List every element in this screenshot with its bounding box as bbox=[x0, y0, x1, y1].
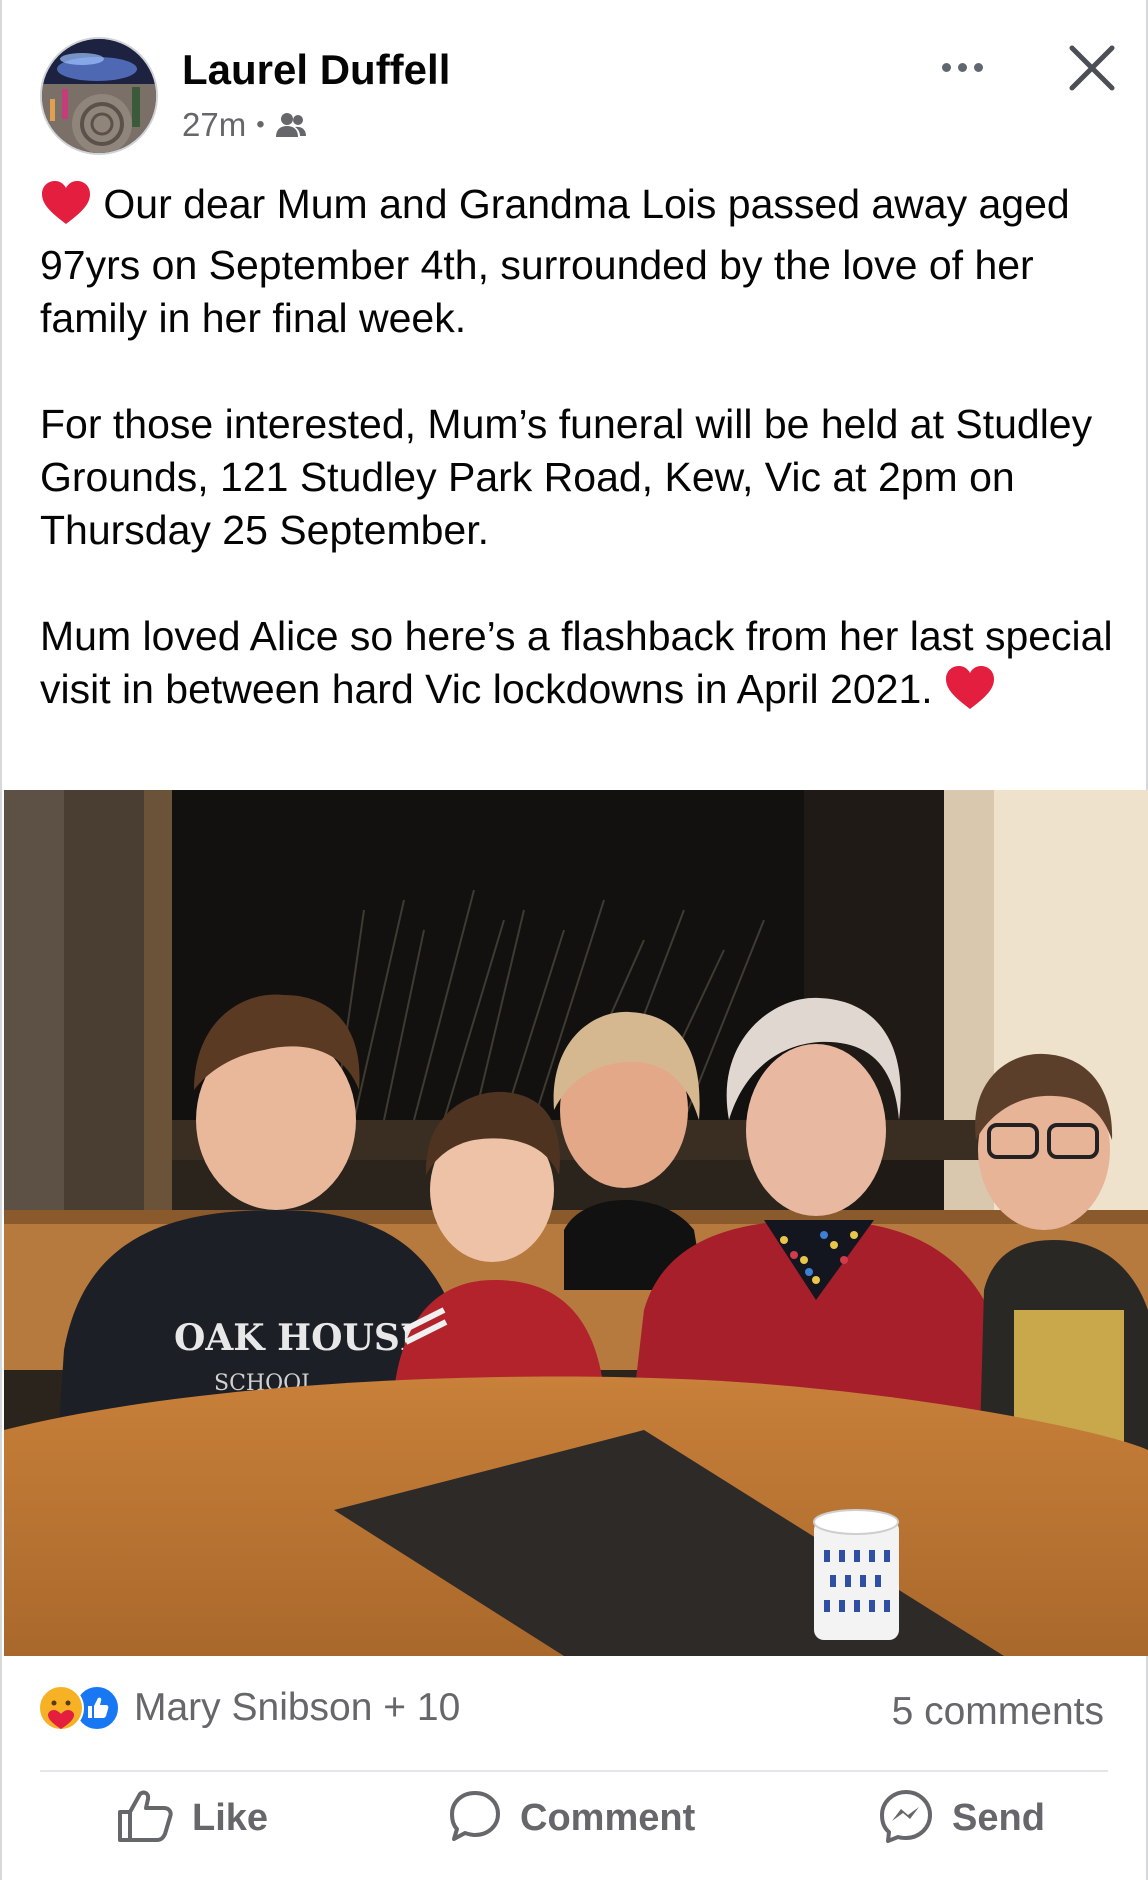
post-paragraph: For those interested, Mum’s funeral will… bbox=[40, 401, 1093, 553]
friends-icon[interactable] bbox=[275, 111, 307, 139]
heart-emoji-icon bbox=[944, 665, 996, 724]
more-dot bbox=[957, 62, 967, 72]
post-card: Laurel Duffell 27m • Our dear Mum and Gr… bbox=[0, 0, 1148, 1880]
sweatshirt-text: OAK HOUSE bbox=[174, 1317, 427, 1359]
actions-divider bbox=[40, 1770, 1108, 1772]
meta-separator: • bbox=[256, 111, 265, 138]
post-text: Our dear Mum and Grandma Lois passed awa… bbox=[40, 178, 1120, 724]
more-dot bbox=[973, 62, 983, 72]
care-reaction-icon bbox=[38, 1685, 84, 1731]
reactions-summary[interactable]: Mary Snibson + 10 bbox=[38, 1685, 460, 1731]
close-icon[interactable] bbox=[1064, 40, 1120, 96]
post-paragraph: Mum loved Alice so here’s a flashback fr… bbox=[40, 610, 1120, 724]
post-time[interactable]: 27m bbox=[182, 106, 246, 144]
author-avatar[interactable] bbox=[40, 37, 158, 155]
post-photo[interactable]: OAK HOUSE SCHOOL bbox=[4, 790, 1148, 1656]
thumbs-up-icon bbox=[116, 1788, 174, 1849]
send-label: Send bbox=[952, 1796, 1045, 1839]
post-paragraph-1-text: Our dear Mum and Grandma Lois passed awa… bbox=[40, 181, 1070, 341]
more-options-button[interactable] bbox=[932, 42, 992, 92]
comment-button[interactable]: Comment bbox=[448, 1782, 695, 1854]
comments-count[interactable]: 5 comments bbox=[892, 1690, 1104, 1734]
comment-label: Comment bbox=[520, 1796, 696, 1839]
post-paragraph: Our dear Mum and Grandma Lois passed awa… bbox=[40, 178, 1120, 345]
author-name[interactable]: Laurel Duffell bbox=[182, 46, 450, 94]
messenger-icon bbox=[878, 1788, 934, 1849]
send-button[interactable]: Send bbox=[878, 1782, 1045, 1854]
heart-emoji-icon bbox=[40, 180, 92, 239]
like-label: Like bbox=[192, 1796, 269, 1839]
more-dot bbox=[941, 62, 951, 72]
reaction-names[interactable]: Mary Snibson + 10 bbox=[134, 1686, 460, 1730]
comment-bubble-icon bbox=[448, 1789, 502, 1848]
post-meta: 27m • bbox=[182, 106, 307, 144]
like-button[interactable]: Like bbox=[116, 1782, 268, 1854]
